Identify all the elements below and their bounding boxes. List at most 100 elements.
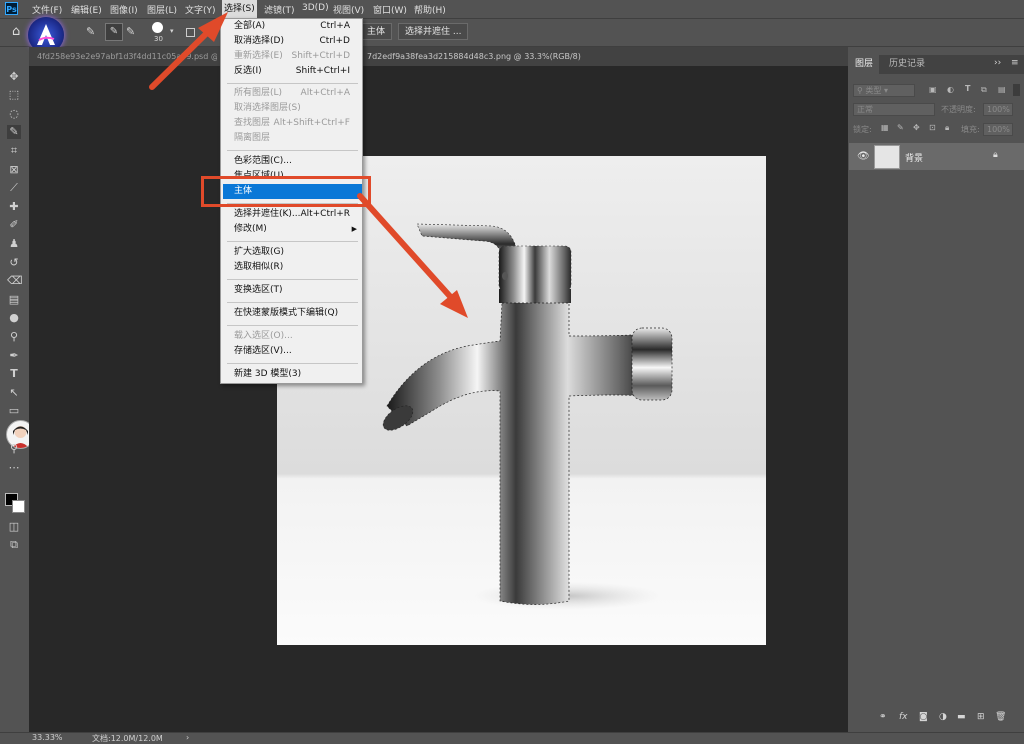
sample-all-checkbox[interactable] [186, 28, 195, 37]
menu-item-grow[interactable]: 扩大选取(G) [221, 245, 362, 260]
screen-mode-icon[interactable]: ⧉ [7, 538, 21, 552]
menu-item-quick-mask[interactable]: 在快速蒙版模式下编辑(Q) [221, 306, 362, 321]
visibility-eye-icon[interactable]: 👁︎ [857, 151, 870, 162]
tab-document-png[interactable]: 7d2edf9a38fea3d215884d48c3.png @ 33.3%(R… [367, 47, 582, 66]
history-brush-icon[interactable]: ↺ [7, 256, 21, 270]
menu-layer[interactable]: 图层(L) [147, 3, 177, 16]
menu-image[interactable]: 图像(I) [110, 3, 138, 16]
filter-pixel-icon[interactable]: ▣ [929, 85, 937, 94]
menu-item-inverse[interactable]: 反选(I) Shift+Ctrl+I [221, 64, 362, 79]
lock-all-icon[interactable]: 🔒︎ [945, 123, 949, 133]
frame-tool-icon[interactable]: ⊠ [7, 163, 21, 177]
quick-select-tool-icon[interactable]: ✎ [7, 125, 21, 139]
brush-tool-icon[interactable]: ✐ [7, 218, 21, 232]
lock-transparent-icon[interactable]: ▦ [881, 123, 889, 132]
eraser-tool-icon[interactable]: ⌫ [7, 274, 23, 288]
menu-type[interactable]: 文字(Y) [185, 3, 216, 16]
menu-view[interactable]: 视图(V) [333, 3, 364, 16]
lasso-tool-icon[interactable]: ◌ [7, 107, 21, 121]
layer-lock-icon: 🔒︎ [993, 150, 998, 160]
brush-preview-icon[interactable] [152, 22, 163, 33]
menu-select[interactable]: 选择(S) [222, 0, 257, 18]
adjustment-layer-icon[interactable]: ◑ [939, 712, 947, 722]
dodge-tool-icon[interactable]: ⚲ [7, 330, 21, 344]
document-tabs: 4fd258e93e2e97abf1d3f4dd11c05a79.psd @ 2… [29, 47, 848, 66]
quick-select-subtract-icon[interactable]: ✎ [126, 25, 135, 38]
document-size[interactable]: 文档:12.0M/12.0M [92, 733, 163, 744]
link-layers-icon[interactable]: ⚭ [879, 712, 887, 722]
menu-item-select-all[interactable]: 全部(A) Ctrl+A [221, 19, 362, 34]
fill-input[interactable]: 100% [983, 123, 1013, 136]
filter-type-icon[interactable]: T [965, 84, 970, 93]
zoom-tool-icon[interactable]: ⚲ [7, 442, 21, 456]
select-and-mask-button[interactable]: 选择并遮住 ... [398, 23, 469, 40]
add-mask-icon[interactable]: ◙ [919, 712, 928, 722]
filter-toggle-icon[interactable] [1013, 84, 1020, 96]
gradient-tool-icon[interactable]: ▤ [7, 293, 21, 307]
menu-edit[interactable]: 编辑(E) [71, 3, 102, 16]
panel-menu-icon[interactable]: ≡ [1011, 58, 1019, 68]
brush-dropdown-icon[interactable]: ▾ [170, 27, 174, 35]
kind-filter-label: 类型 [865, 86, 882, 95]
crop-tool-icon[interactable]: ⌗ [7, 144, 21, 158]
menu-item-color-range[interactable]: 色彩范围(C)... [221, 154, 362, 169]
layer-name[interactable]: 背景 [905, 151, 923, 164]
menu-file[interactable]: 文件(F) [32, 3, 62, 16]
menu-item-save-selection[interactable]: 存储选区(V)... [221, 344, 362, 359]
menu-item-new-3d-model[interactable]: 新建 3D 模型(3) [221, 367, 362, 382]
brush-size-value: 30 [154, 35, 163, 43]
menu-item-modify[interactable]: 修改(M) ▶ [221, 222, 362, 237]
menu-item-select-and-mask[interactable]: 选择并遮住(K)... Alt+Ctrl+R [221, 207, 362, 222]
lock-artboard-icon[interactable]: ⊡ [929, 123, 936, 132]
menu-separator [227, 83, 358, 84]
quick-select-new-icon[interactable]: ✎ [105, 23, 123, 41]
quick-select-add-icon[interactable]: ✎ [86, 25, 95, 38]
more-tools-icon[interactable]: ⋯ [7, 461, 21, 475]
panel-collapse-icon[interactable]: ›› [994, 58, 1001, 68]
layer-row-background[interactable]: 👁︎ 背景 🔒︎ [849, 143, 1024, 170]
menu-item-deselect[interactable]: 取消选择(D) Ctrl+D [221, 34, 362, 49]
tab-layers[interactable]: 图层 [849, 55, 880, 74]
filter-shape-icon[interactable]: ⧉ [981, 85, 987, 95]
quick-mask-icon[interactable]: ◫ [7, 520, 21, 534]
background-color-swatch[interactable] [12, 500, 25, 513]
blend-mode-select[interactable]: 正常 [853, 103, 935, 116]
menu-help[interactable]: 帮助(H) [414, 3, 446, 16]
filter-adjustment-icon[interactable]: ◐ [947, 85, 954, 94]
opacity-input[interactable]: 100% [983, 103, 1013, 116]
lock-image-icon[interactable]: ✎ [897, 123, 904, 132]
pen-tool-icon[interactable]: ✒ [7, 349, 21, 363]
home-icon[interactable]: ⌂ [12, 24, 20, 39]
new-layer-icon[interactable]: ⊞ [977, 712, 985, 722]
menu-3d[interactable]: 3D(D) [302, 3, 329, 13]
status-arrow-icon[interactable]: › [186, 733, 189, 742]
blur-tool-icon[interactable]: ● [7, 311, 21, 325]
tab-history[interactable]: 历史记录 [883, 55, 931, 74]
fx-icon[interactable]: fx [899, 712, 908, 722]
canvas-area[interactable] [29, 66, 848, 732]
tab-document-psd[interactable]: 4fd258e93e2e97abf1d3f4dd11c05a79.psd @ 2 [37, 47, 217, 66]
menu-filter[interactable]: 滤镜(T) [264, 3, 295, 16]
type-tool-icon[interactable]: T [7, 367, 21, 381]
menu-window[interactable]: 窗口(W) [373, 3, 407, 16]
rectangle-tool-icon[interactable]: ▭ [7, 404, 21, 418]
move-tool-icon[interactable]: ✥ [7, 70, 21, 84]
delete-layer-icon[interactable]: 🗑︎ [995, 712, 1006, 722]
marquee-tool-icon[interactable]: ⬚ [7, 88, 21, 102]
filter-smart-icon[interactable]: ▤ [998, 85, 1006, 94]
menu-item-transform-selection[interactable]: 变换选区(T) [221, 283, 362, 298]
panel-tabs: 图层 历史记录 ›› ≡ [849, 55, 1024, 74]
eyedropper-tool-icon[interactable]: ⟋ [7, 181, 21, 195]
layer-thumbnail[interactable] [874, 145, 900, 169]
kind-filter-select[interactable]: ⚲ 类型 ▾ [853, 84, 915, 97]
healing-brush-icon[interactable]: ✚ [7, 200, 21, 214]
menu-item-similar[interactable]: 选取相似(R) [221, 260, 362, 275]
new-group-icon[interactable]: ▬ [957, 712, 966, 722]
path-select-icon[interactable]: ↖ [7, 386, 21, 400]
zoom-level[interactable]: 33.33% [32, 733, 63, 742]
lock-position-icon[interactable]: ✥ [913, 123, 920, 132]
menu-item-deselect-layers: 取消选择图层(S) [234, 103, 301, 113]
submenu-arrow-icon: ▶ [351, 225, 357, 233]
subject-button[interactable]: 主体 [360, 23, 393, 40]
stamp-tool-icon[interactable]: ♟ [7, 237, 21, 251]
